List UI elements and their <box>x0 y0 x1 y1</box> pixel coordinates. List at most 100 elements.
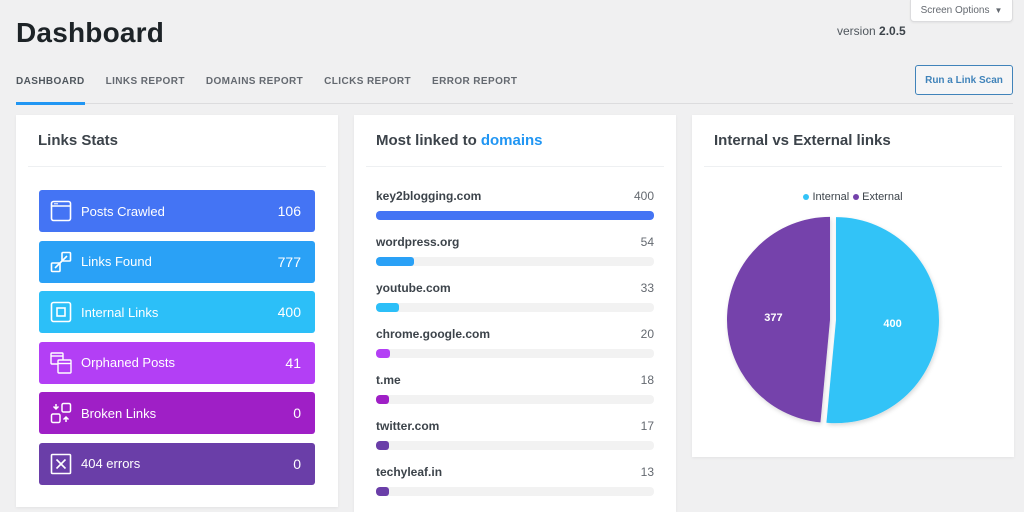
domain-bar-track <box>376 303 654 312</box>
domain-count: 33 <box>640 281 654 295</box>
screen-options-button[interactable]: Screen Options ▼ <box>910 0 1013 22</box>
domain-row[interactable]: wordpress.org 54 <box>376 235 654 281</box>
domain-row[interactable]: chrome.google.com 20 <box>376 327 654 373</box>
domain-count: 20 <box>640 327 654 341</box>
pie-data-label: 400 <box>883 318 901 330</box>
domain-row[interactable]: techyleaf.in 13 <box>376 465 654 511</box>
stats-list: Posts Crawled 106 Links Found 777 Intern… <box>39 190 315 493</box>
domain-row-header: t.me 18 <box>376 373 654 391</box>
domain-bar-fill <box>376 349 390 358</box>
domain-bar-track <box>376 211 654 220</box>
stat-value: 41 <box>285 354 301 371</box>
links-stats-card: Links Stats Posts Crawled 106 Links Foun… <box>16 115 338 507</box>
domain-row-header: techyleaf.in 13 <box>376 465 654 483</box>
version-info: version 2.0.5 <box>837 24 906 38</box>
domain-row[interactable]: twitter.com 17 <box>376 419 654 465</box>
legend-item-external[interactable]: External <box>853 191 903 203</box>
run-link-scan-button[interactable]: Run a Link Scan <box>915 65 1013 95</box>
domain-count: 17 <box>640 419 654 433</box>
browser-window-icon <box>49 199 73 223</box>
tab-bar: DASHBOARD LINKS REPORT DOMAINS REPORT CL… <box>16 74 1013 105</box>
internal-external-card: Internal vs External links Internal Exte… <box>692 115 1014 457</box>
legend-label: Internal <box>812 191 850 203</box>
domain-bar-track <box>376 441 654 450</box>
domain-bar-track <box>376 257 654 266</box>
stat-label: Links Found <box>81 254 152 269</box>
domain-name: twitter.com <box>376 419 440 433</box>
domain-name: key2blogging.com <box>376 189 482 203</box>
page-title: Dashboard <box>16 17 165 48</box>
domain-name: techyleaf.in <box>376 465 443 479</box>
links-stats-title: Links Stats <box>28 115 326 167</box>
domain-row-header: youtube.com 33 <box>376 281 654 299</box>
domain-bar-fill <box>376 487 389 496</box>
domain-row-header: wordpress.org 54 <box>376 235 654 253</box>
domain-count: 18 <box>640 373 654 387</box>
domain-list: key2blogging.com 400 wordpress.org 54 youtub… <box>376 189 654 511</box>
broken-link-icon <box>49 401 73 425</box>
legend-label: External <box>862 191 903 203</box>
tab-domains-report[interactable]: DOMAINS REPORT <box>206 74 303 104</box>
domain-row-header: key2blogging.com 400 <box>376 189 654 207</box>
pie-legend: Internal External <box>692 191 1014 203</box>
domain-count: 400 <box>633 189 654 203</box>
pie-chart: 400 377 <box>727 216 939 424</box>
legend-dot-external <box>853 194 860 200</box>
domain-count: 54 <box>640 235 654 249</box>
most-linked-domains-card: Most linked to domains key2blogging.com 4… <box>354 115 676 512</box>
domain-row[interactable]: key2blogging.com 400 <box>376 189 654 235</box>
domain-row-header: chrome.google.com 20 <box>376 327 654 345</box>
stat-label: 404 errors <box>81 456 141 471</box>
stat-broken-links[interactable]: Broken Links 0 <box>39 392 315 434</box>
domain-name: t.me <box>376 373 401 387</box>
tab-links-report[interactable]: LINKS REPORT <box>106 74 185 104</box>
x-box-icon <box>49 452 73 476</box>
pie-data-label: 377 <box>764 312 782 324</box>
stat-label: Internal Links <box>81 304 159 320</box>
domain-count: 13 <box>640 465 654 479</box>
domains-title: Most linked to domains <box>366 115 664 167</box>
domain-bar-fill <box>376 441 389 450</box>
domains-title-prefix: Most linked to <box>376 132 477 149</box>
domain-bar-track <box>376 487 654 496</box>
tab-error-report[interactable]: ERROR REPORT <box>432 74 517 104</box>
stat-label: Posts Crawled <box>81 203 165 219</box>
domain-row[interactable]: t.me 18 <box>376 373 654 419</box>
domain-name: wordpress.org <box>376 235 460 249</box>
internal-square-icon <box>49 300 73 324</box>
stat-value: 0 <box>293 455 301 472</box>
domain-bar-fill <box>376 257 414 266</box>
caret-down-icon: ▼ <box>994 6 1003 15</box>
stat-404-errors[interactable]: 404 errors 0 <box>39 442 315 485</box>
stat-label: Orphaned Posts <box>81 355 175 370</box>
stacked-windows-icon <box>49 351 73 375</box>
version-number: 2.0.5 <box>879 24 906 38</box>
tab-clicks-report[interactable]: CLICKS REPORT <box>324 74 411 104</box>
stat-value: 0 <box>293 405 301 421</box>
domain-bar-track <box>376 349 654 358</box>
legend-item-internal[interactable]: Internal <box>803 191 849 203</box>
pie-chart-title: Internal vs External links <box>704 115 1002 167</box>
stat-value: 777 <box>277 253 301 270</box>
screen-options-label: Screen Options <box>920 5 990 16</box>
stat-links-found[interactable]: Links Found 777 <box>39 240 315 283</box>
domain-bar-fill <box>376 395 389 404</box>
stat-value: 400 <box>277 304 301 320</box>
legend-dot-internal <box>803 194 810 200</box>
stat-orphaned-posts[interactable]: Orphaned Posts 41 <box>39 341 315 384</box>
domain-row-header: twitter.com 17 <box>376 419 654 437</box>
link-connect-icon <box>49 250 73 274</box>
stat-internal-links[interactable]: Internal Links 400 <box>39 291 315 333</box>
domain-row[interactable]: youtube.com 33 <box>376 281 654 327</box>
domains-title-link[interactable]: domains <box>481 132 543 149</box>
domain-bar-fill <box>376 303 399 312</box>
stat-value: 106 <box>277 203 301 219</box>
domain-name: chrome.google.com <box>376 327 491 341</box>
tab-dashboard[interactable]: DASHBOARD <box>16 74 85 105</box>
domain-name: youtube.com <box>376 281 451 295</box>
version-label: version <box>837 24 876 38</box>
stat-label: Broken Links <box>81 405 157 421</box>
domain-bar-fill <box>376 211 654 220</box>
domain-bar-track <box>376 395 654 404</box>
stat-posts-crawled[interactable]: Posts Crawled 106 <box>39 190 315 232</box>
